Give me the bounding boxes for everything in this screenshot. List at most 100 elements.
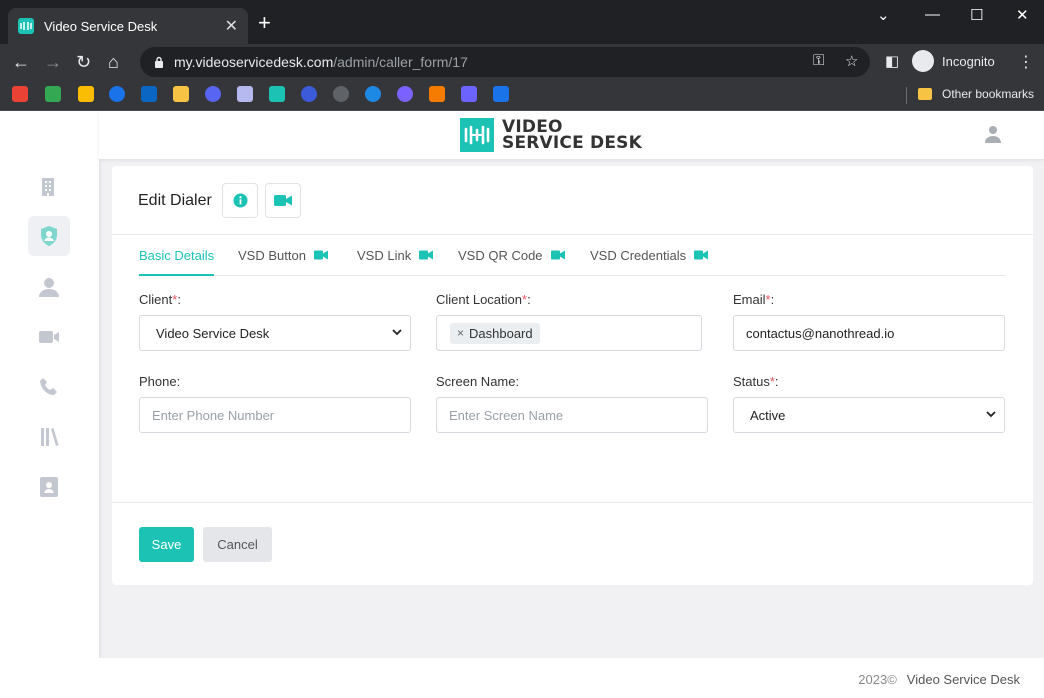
new-tab-button[interactable]: + [258, 12, 271, 34]
save-button[interactable]: Save [139, 527, 194, 562]
close-window-icon[interactable]: ✕ [1016, 6, 1029, 24]
tab-basic-details[interactable]: Basic Details [139, 248, 215, 276]
status-select[interactable]: Active [733, 397, 1005, 433]
email-label: Email*: [733, 292, 774, 307]
browser-tab-bar: Video Service Desk ✕ + ⌄ — ☐ ✕ [0, 0, 1044, 44]
card-header: Edit Dialer [112, 166, 1033, 235]
reload-icon[interactable]: ↻ [76, 51, 91, 73]
linkedin-bookmark-icon[interactable] [141, 86, 157, 102]
label-text: Client [139, 292, 173, 307]
bookmark-star-icon[interactable]: ☆ [845, 52, 858, 70]
sidebar-item-calls[interactable] [28, 367, 70, 407]
bookmarks-bar: Other bookmarks [0, 80, 1044, 111]
home-icon[interactable]: ⌂ [108, 51, 119, 73]
tab-vsd-link[interactable]: VSD Link [357, 248, 434, 276]
browser-tab[interactable]: Video Service Desk ✕ [8, 8, 248, 44]
footer-brand: Video Service Desk [906, 672, 1020, 687]
sidebar-item-users[interactable] [28, 267, 70, 307]
folder-icon [918, 88, 932, 100]
app-header: VIDEO SERVICE DESK [99, 111, 1044, 159]
user-shield-icon [41, 226, 57, 246]
other-bookmarks[interactable]: Other bookmarks [918, 87, 1034, 101]
browser-menu-icon[interactable]: ⋮ [1018, 52, 1034, 72]
sidebar-item-video[interactable] [28, 317, 70, 357]
form-tabs: Basic Details VSD Button VSD Link VSD QR… [139, 236, 1005, 276]
chip-label: Dashboard [469, 325, 533, 341]
vsd-bookmark-icon[interactable] [269, 86, 285, 102]
app-logo[interactable]: VIDEO SERVICE DESK [460, 118, 642, 152]
m-bookmark-icon[interactable] [397, 86, 413, 102]
tab-label: VSD Credentials [590, 248, 687, 263]
tab-vsd-qr-code[interactable]: VSD QR Code [458, 248, 565, 276]
tab-label: VSD Link [357, 248, 412, 263]
app-bookmark-icon[interactable] [237, 86, 253, 102]
settings-bookmark-icon[interactable] [493, 86, 509, 102]
lock-icon [155, 56, 163, 68]
url-path: /admin/caller_form/17 [333, 54, 468, 70]
drive-bookmark-icon[interactable] [78, 86, 94, 102]
label-suffix: : [770, 292, 775, 307]
client-label: Client*: [139, 292, 181, 307]
forward-icon[interactable]: → [44, 51, 62, 73]
tab-vsd-credentials[interactable]: VSD Credentials [590, 248, 709, 276]
sidebar-item-contacts[interactable] [28, 467, 70, 507]
footer-year: 2023© [858, 672, 897, 687]
label-suffix: : [177, 292, 181, 307]
label-text: Email [733, 292, 766, 307]
browser-toolbar: ← → ↻ ⌂ my.videoservicedesk.com/admin/ca… [0, 44, 1044, 80]
page-title: Edit Dialer [138, 192, 212, 209]
incognito-indicator[interactable]: Incognito [912, 50, 995, 72]
client-location-label: Client Location*: [436, 292, 531, 307]
cancel-button[interactable]: Cancel [203, 527, 272, 562]
sync-bookmark-icon[interactable] [365, 86, 381, 102]
discord-bookmark-icon[interactable] [205, 86, 221, 102]
building-icon [42, 178, 54, 196]
address-bar[interactable]: my.videoservicedesk.com/admin/caller_for… [140, 47, 870, 77]
status-selected-value: Active [750, 407, 786, 423]
user-profile-icon[interactable] [984, 125, 1002, 143]
video-call-button[interactable] [265, 183, 301, 218]
tab-title: Video Service Desk [44, 18, 158, 34]
cube-bookmark-icon[interactable] [429, 86, 445, 102]
video-camera-icon [419, 250, 434, 260]
tasks-bookmark-icon[interactable] [109, 86, 125, 102]
edit-dialer-card: Edit Dialer Basic Details VSD Button VSD… [112, 166, 1033, 585]
client-location-multiselect[interactable]: × Dashboard [436, 315, 702, 351]
sidebar-item-library[interactable] [28, 417, 70, 457]
maximize-icon[interactable]: ☐ [970, 6, 983, 24]
info-button[interactable] [222, 183, 258, 218]
close-tab-icon[interactable]: ✕ [225, 16, 238, 36]
card-divider [112, 502, 1033, 503]
label-suffix: : [527, 292, 531, 307]
remove-chip-icon[interactable]: × [457, 326, 464, 340]
bookmarks-separator [906, 87, 907, 104]
video-camera-icon [313, 250, 328, 260]
client-selected-value: Video Service Desk [156, 325, 270, 341]
tab-search-icon[interactable]: ⌄ [877, 6, 890, 24]
screen-name-input[interactable]: Enter Screen Name [436, 397, 708, 433]
circles-bookmark-icon[interactable] [333, 86, 349, 102]
mv-bookmark-icon[interactable] [461, 86, 477, 102]
tab-vsd-button[interactable]: VSD Button [238, 248, 328, 276]
sidebar-item-dialers[interactable] [28, 216, 70, 256]
client-select[interactable]: Video Service Desk [139, 315, 411, 351]
tab-label: VSD Button [238, 248, 306, 263]
back-icon[interactable]: ← [12, 51, 30, 73]
label-suffix: : [774, 374, 779, 389]
side-panel-icon[interactable]: ◧ [885, 52, 899, 70]
tab-label: VSD QR Code [458, 248, 543, 263]
incognito-icon [912, 50, 934, 72]
email-field[interactable]: contactus@nanothread.io [733, 315, 1005, 351]
phone-label: Phone: [139, 374, 181, 389]
chat-bookmark-icon[interactable] [45, 86, 61, 102]
keep-bookmark-icon[interactable] [173, 86, 189, 102]
key-icon[interactable]: ⚿ [813, 52, 824, 69]
minimize-icon[interactable]: — [925, 6, 940, 23]
c-bookmark-icon[interactable] [301, 86, 317, 102]
video-camera-icon [694, 250, 709, 260]
video-camera-icon [274, 195, 292, 206]
video-camera-icon [550, 250, 565, 260]
sidebar-item-companies[interactable] [28, 167, 70, 207]
gmail-bookmark-icon[interactable] [12, 86, 28, 102]
phone-input[interactable]: Enter Phone Number [139, 397, 411, 433]
